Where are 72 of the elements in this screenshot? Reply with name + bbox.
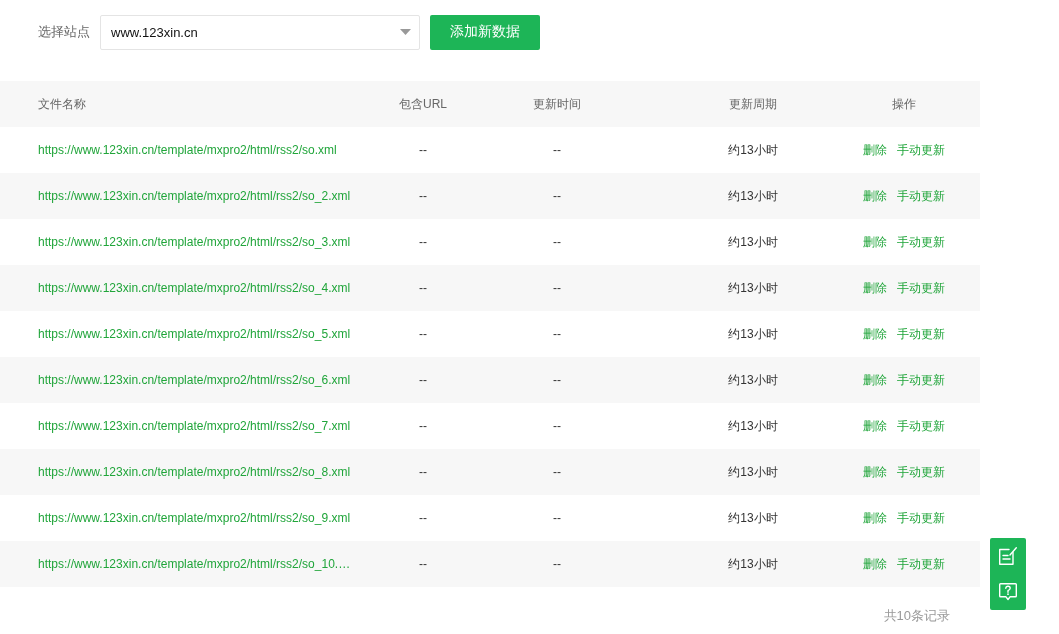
update-link[interactable]: 手动更新 (897, 279, 945, 297)
edit-note-icon[interactable] (998, 546, 1018, 566)
site-label: 选择站点 (38, 23, 90, 41)
table-cell: 约13小时 (728, 555, 778, 573)
table-cell: -- (419, 189, 427, 203)
table-cell: -- (553, 281, 561, 295)
column-header: 包含URL (399, 95, 447, 113)
delete-link[interactable]: 删除 (863, 555, 887, 573)
delete-link[interactable]: 删除 (863, 141, 887, 159)
table-cell: -- (419, 419, 427, 433)
file-link[interactable]: https://www.123xin.cn/template/mxpro2/html/rss2/so_3.xml (38, 235, 351, 249)
table-cell: -- (553, 143, 561, 157)
column-header: 更新周期 (729, 95, 777, 113)
table-cell: -- (553, 373, 561, 387)
file-link[interactable]: https://www.123xin.cn/template/mxpro2/html/rss2/so_5.xml (38, 327, 351, 341)
table-cell: -- (553, 557, 561, 571)
record-count: 共10条记录 (883, 607, 950, 625)
add-button[interactable]: 添加新数据 (430, 14, 540, 50)
table-cell: 约13小时 (728, 325, 778, 343)
update-link[interactable]: 手动更新 (897, 463, 945, 481)
file-link[interactable]: https://www.123xin.cn/template/mxpro2/html/rss2/so_2.xml (38, 189, 351, 203)
delete-link[interactable]: 删除 (863, 463, 887, 481)
update-link[interactable]: 手动更新 (897, 187, 945, 205)
file-link[interactable]: https://www.123xin.cn/template/mxpro2/html/rss2/so_7.xml (38, 419, 351, 433)
table-cell: 约13小时 (728, 463, 778, 481)
table-cell: -- (419, 327, 427, 341)
table-cell: 约13小时 (728, 187, 778, 205)
delete-link[interactable]: 删除 (863, 509, 887, 527)
update-link[interactable]: 手动更新 (897, 509, 945, 527)
file-link[interactable]: https://www.123xin.cn/template/mxpro2/html/rss2/so.xml (38, 143, 337, 157)
delete-link[interactable]: 删除 (863, 187, 887, 205)
update-link[interactable]: 手动更新 (897, 371, 945, 389)
table-cell: 约13小时 (728, 371, 778, 389)
table-cell: 约13小时 (728, 509, 778, 527)
table-cell: 约13小时 (728, 233, 778, 251)
site-select[interactable]: www.123xin.cn (100, 14, 420, 50)
help-bubble-icon[interactable] (998, 582, 1018, 602)
delete-link[interactable]: 删除 (863, 371, 887, 389)
table-cell: -- (553, 419, 561, 433)
caret-icon (400, 29, 411, 35)
table-cell: -- (553, 465, 561, 479)
update-link[interactable]: 手动更新 (897, 233, 945, 251)
table-cell: 约13小时 (728, 141, 778, 159)
delete-link[interactable]: 删除 (863, 325, 887, 343)
file-link[interactable]: https://www.123xin.cn/template/mxpro2/html/rss2/so_9.xml (38, 511, 351, 525)
update-link[interactable]: 手动更新 (897, 325, 945, 343)
column-header: 操作 (892, 95, 916, 113)
file-link[interactable]: https://www.123xin.cn/template/mxpro2/html/rss2/so_6.xml (38, 373, 351, 387)
table-cell: -- (553, 511, 561, 525)
file-link[interactable]: https://www.123xin.cn/template/mxpro2/html/rss2/so_10.… (38, 557, 351, 571)
update-link[interactable]: 手动更新 (897, 555, 945, 573)
table-cell: -- (553, 235, 561, 249)
delete-link[interactable]: 删除 (863, 417, 887, 435)
column-header: 更新时间 (533, 95, 581, 113)
table-cell: -- (419, 281, 427, 295)
table-cell: -- (419, 143, 427, 157)
table-cell: -- (419, 557, 427, 571)
table-cell: -- (419, 465, 427, 479)
table-cell: -- (419, 373, 427, 387)
file-link[interactable]: https://www.123xin.cn/template/mxpro2/html/rss2/so_4.xml (38, 281, 351, 295)
delete-link[interactable]: 删除 (863, 233, 887, 251)
table-cell: -- (419, 235, 427, 249)
column-header: 文件名称 (38, 95, 86, 113)
file-link[interactable]: https://www.123xin.cn/template/mxpro2/html/rss2/so_8.xml (38, 465, 351, 479)
update-link[interactable]: 手动更新 (897, 141, 945, 159)
table-cell: 约13小时 (728, 417, 778, 435)
table-cell: -- (419, 511, 427, 525)
table-cell: -- (553, 189, 561, 203)
update-link[interactable]: 手动更新 (897, 417, 945, 435)
table-cell: -- (553, 327, 561, 341)
table-cell: 约13小时 (728, 279, 778, 297)
delete-link[interactable]: 删除 (863, 279, 887, 297)
